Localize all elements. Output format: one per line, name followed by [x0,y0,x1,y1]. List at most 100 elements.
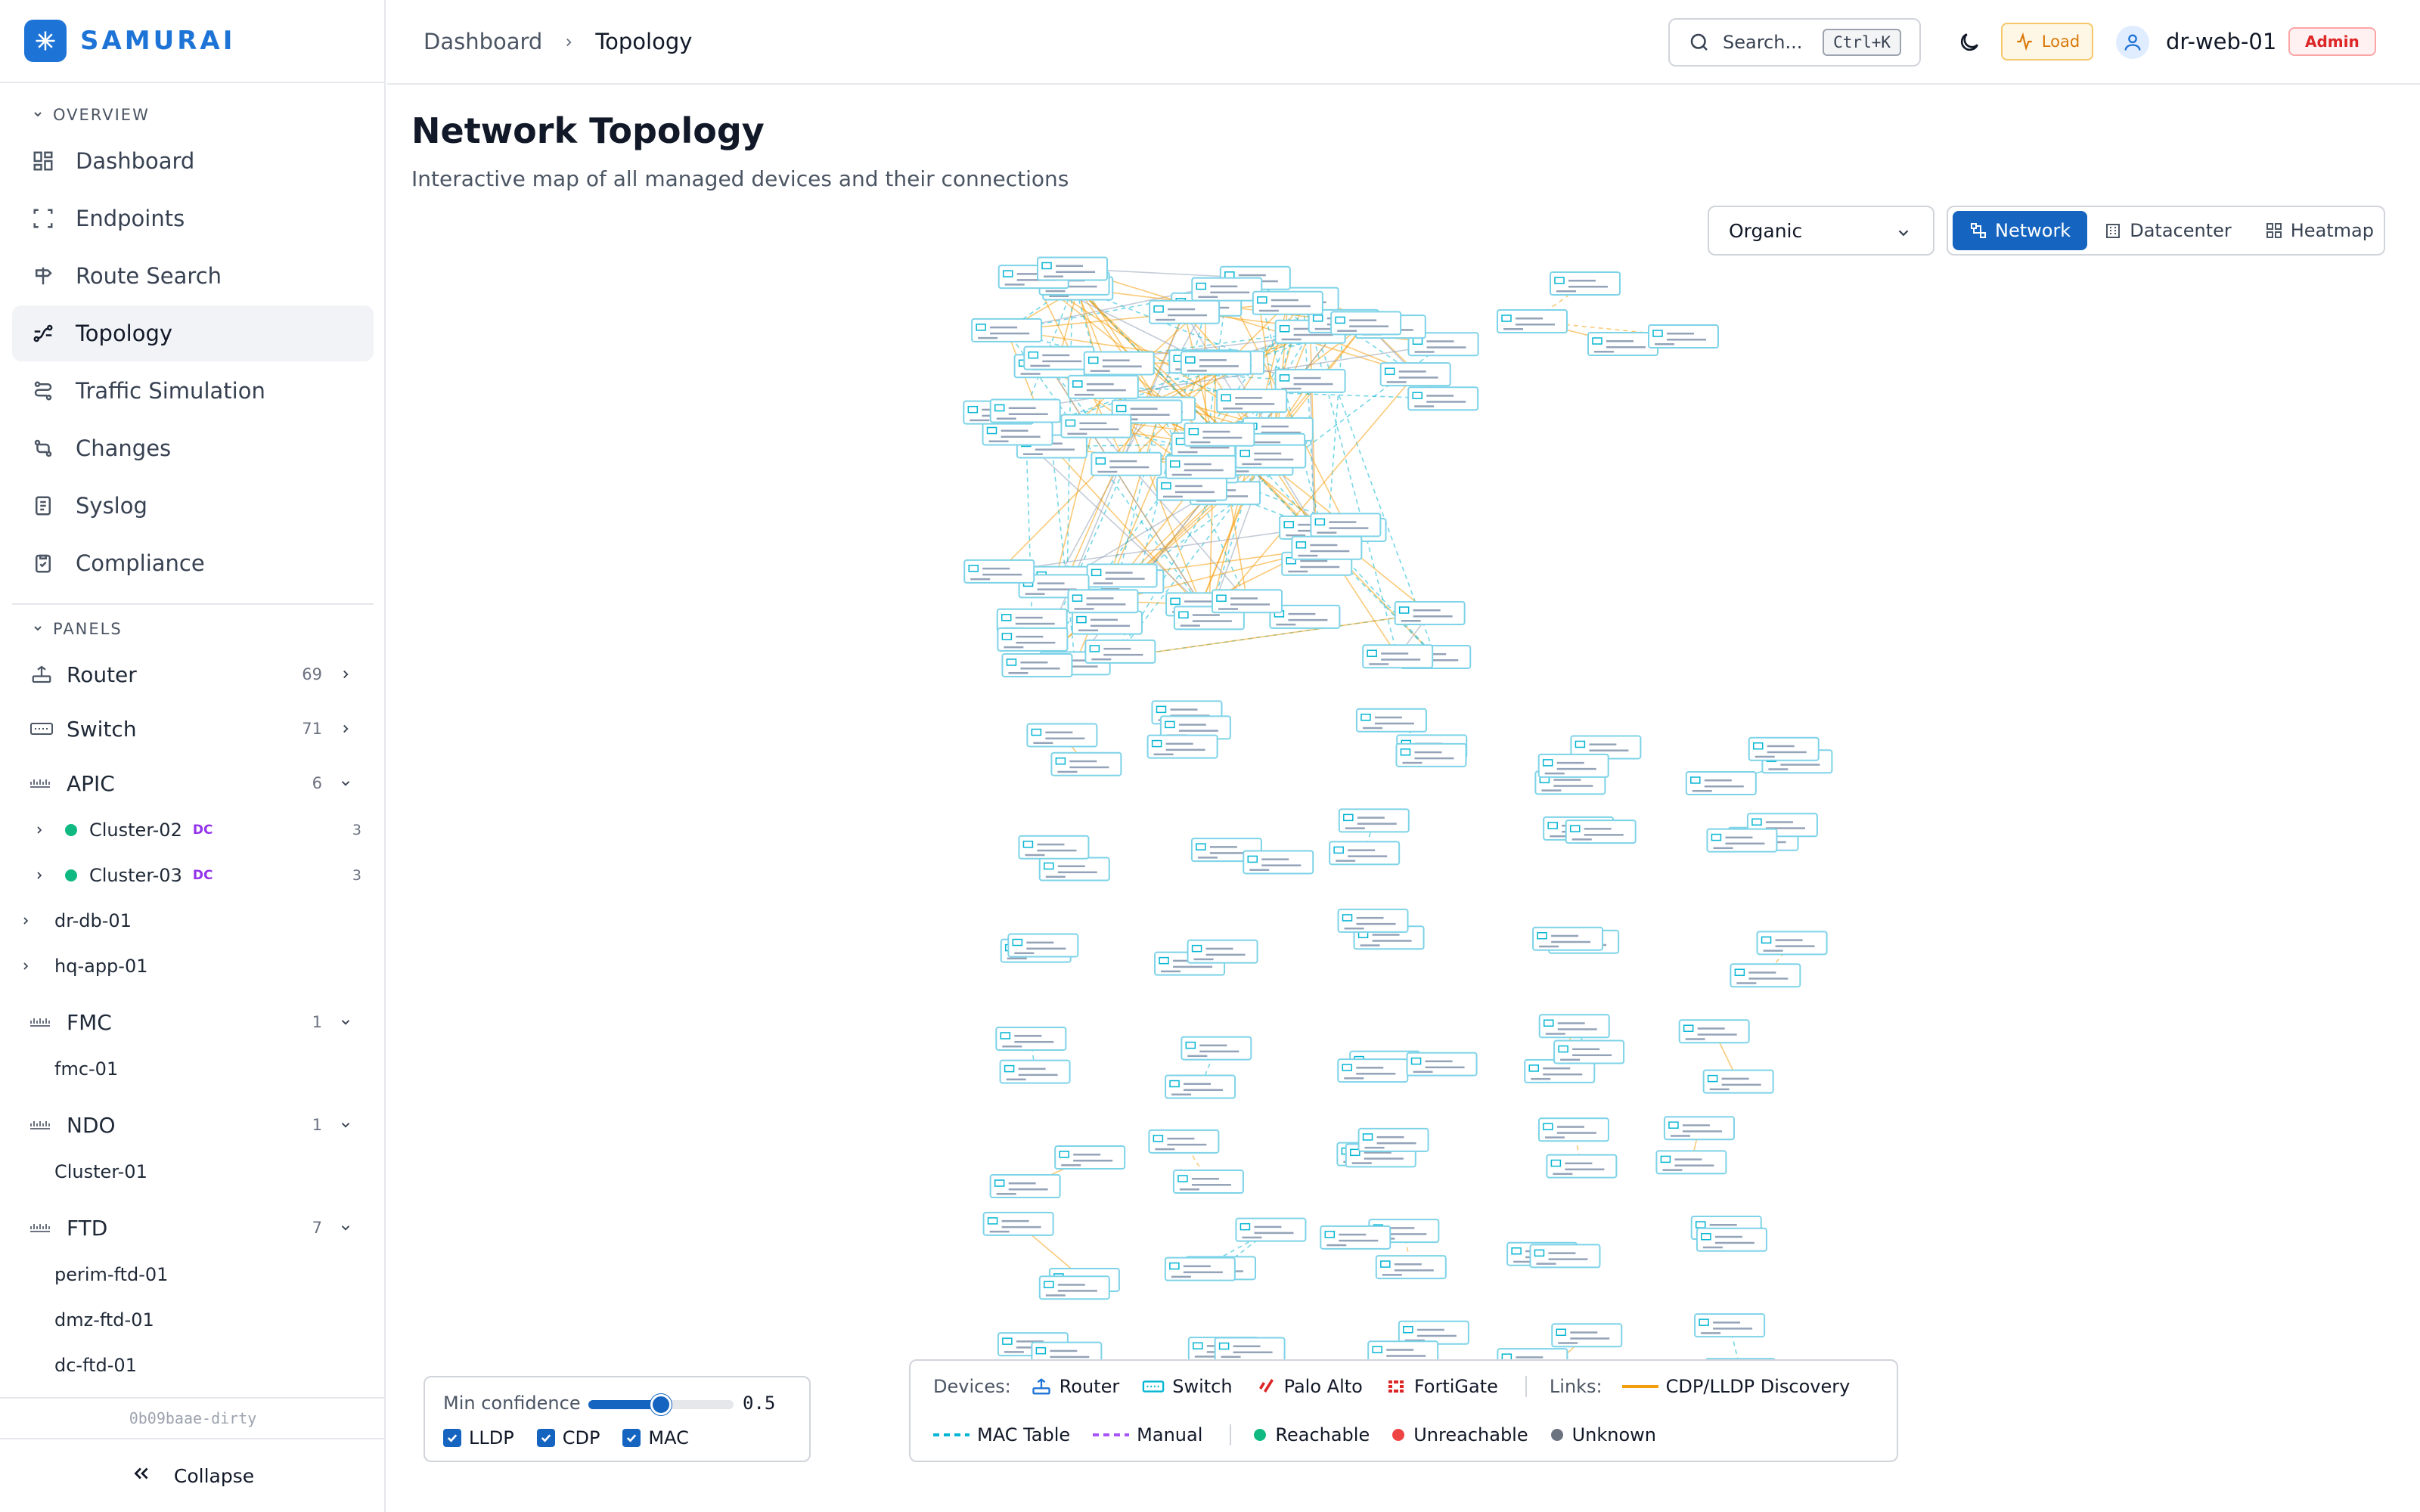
chevron-down-icon[interactable] [336,1012,355,1032]
view-datacenter-button[interactable]: Datacenter [2087,211,2248,250]
overview-section-toggle[interactable]: OVERVIEW [0,100,150,130]
user-name[interactable]: dr-web-01 [2166,29,2276,54]
filter-cdp[interactable]: CDP [536,1427,600,1448]
tree-item-perim-ftd-01[interactable]: perim-ftd-01 [0,1261,386,1288]
topology-node[interactable] [1330,311,1402,336]
topology-node[interactable] [1067,589,1139,614]
topology-node[interactable] [1337,908,1409,933]
topology-node[interactable] [1212,589,1283,614]
chevron-down-icon[interactable] [336,1115,355,1135]
topology-node[interactable] [997,627,1069,652]
nav-endpoints[interactable]: Endpoints [12,191,374,246]
topology-node[interactable] [1497,309,1568,333]
nav-traffic-simulation[interactable]: Traffic Simulation [12,363,374,419]
layout-select[interactable]: Organic [1708,206,1934,256]
topology-node[interactable] [1007,933,1079,958]
topology-node[interactable] [1663,1116,1735,1141]
brand[interactable]: SAMURAI [0,0,384,83]
topology-node[interactable] [1532,926,1604,951]
topology-node[interactable] [1702,1069,1774,1094]
topology-node[interactable] [1538,1014,1610,1039]
topology-node[interactable] [1156,476,1227,501]
topology-node[interactable] [1648,324,1719,349]
topology-node[interactable] [1685,770,1757,795]
topology-node[interactable] [1379,362,1451,387]
topology-node[interactable] [1038,1275,1110,1300]
breadcrumb-dashboard[interactable]: Dashboard [424,29,542,54]
topology-node[interactable] [963,559,1035,584]
topology-node[interactable] [1067,374,1139,399]
topology-node[interactable] [1235,1217,1307,1242]
topology-node[interactable] [1084,639,1156,664]
topology-node[interactable] [1180,351,1252,376]
topology-node[interactable] [989,398,1061,423]
checkbox-checked-icon[interactable] [443,1429,461,1447]
topology-node[interactable] [1756,931,1828,956]
chevron-right-icon[interactable] [18,960,33,972]
topology-node[interactable] [1165,454,1236,479]
topology-node[interactable] [995,1026,1067,1051]
nav-route-search[interactable]: Route Search [12,248,374,304]
topology-node[interactable] [1018,835,1090,860]
tree-item-ndo-cluster-01[interactable]: Cluster-01 [0,1158,386,1185]
panel-router[interactable]: Router 69 [0,659,386,689]
topology-node[interactable] [1172,1170,1244,1194]
topology-node[interactable] [1730,963,1801,988]
topology-node[interactable] [1086,563,1158,588]
topology-node[interactable] [1655,1150,1727,1175]
topology-node[interactable] [1148,1129,1220,1154]
topology-node[interactable] [1071,610,1143,635]
panel-ndo[interactable]: NDO 1 [0,1110,386,1140]
topology-node[interactable] [1149,299,1221,324]
topology-node[interactable] [982,1211,1054,1236]
topology-node[interactable] [1235,444,1307,469]
topology-node[interactable] [1706,828,1778,853]
nav-changes[interactable]: Changes [12,420,374,476]
apic-cluster-02[interactable]: Cluster-02 DC 3 [0,816,386,844]
filter-lldp[interactable]: LLDP [443,1427,514,1448]
topology-node[interactable] [1184,422,1255,447]
tree-item-dc-ftd-01[interactable]: dc-ftd-01 [0,1352,386,1379]
nav-topology[interactable]: Topology [12,305,374,361]
topology-node[interactable] [1001,652,1073,677]
topology-node[interactable] [971,318,1043,342]
topology-node[interactable] [1091,451,1162,476]
topology-node[interactable] [999,1059,1071,1084]
nav-dashboard[interactable]: Dashboard [12,133,374,189]
chevron-down-icon[interactable] [336,773,355,793]
panel-apic[interactable]: APIC 6 [0,768,386,798]
topology-node[interactable] [1083,351,1155,376]
topology-node[interactable] [1274,368,1346,393]
topology-node[interactable] [1050,751,1122,776]
topology-node[interactable] [1537,1117,1609,1142]
topology-node[interactable] [1529,1244,1601,1269]
topology-node[interactable] [1565,820,1637,844]
tree-item-hq-app-01[interactable]: hq-app-01 [0,953,386,980]
panel-ftd[interactable]: FTD 7 [0,1213,386,1243]
panel-fmc[interactable]: FMC 1 [0,1007,386,1037]
topology-node[interactable] [1165,1074,1236,1099]
user-avatar[interactable] [2116,26,2149,59]
topology-node[interactable] [1357,1127,1429,1152]
tree-item-fmc-01[interactable]: fmc-01 [0,1055,386,1083]
topology-node[interactable] [1026,723,1098,748]
topology-node[interactable] [1546,1154,1618,1179]
topology-graph-canvas[interactable] [953,249,1860,1383]
topology-node[interactable] [1187,939,1258,964]
nav-syslog[interactable]: Syslog [12,478,374,534]
confidence-slider[interactable] [588,1394,734,1415]
topology-node[interactable] [1054,1145,1126,1170]
topology-node[interactable] [1551,1323,1623,1348]
topology-node[interactable] [1291,535,1363,560]
chevron-right-icon[interactable] [18,915,33,927]
chevron-right-icon[interactable] [336,719,355,739]
load-button[interactable]: Load [2001,23,2093,60]
topology-node[interactable] [1329,841,1401,866]
apic-cluster-03[interactable]: Cluster-03 DC 3 [0,862,386,889]
topology-node[interactable] [1214,1337,1286,1362]
topology-node[interactable] [1678,1019,1750,1044]
global-search[interactable]: Search... Ctrl+K [1668,18,1921,67]
topology-node[interactable] [1748,736,1820,761]
topology-node[interactable] [1537,753,1609,778]
topology-node[interactable] [1146,734,1218,759]
